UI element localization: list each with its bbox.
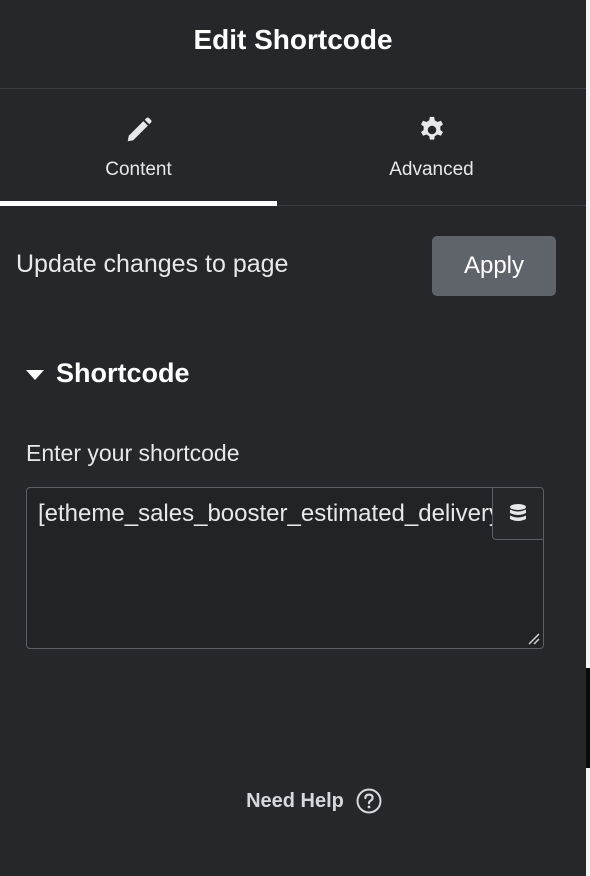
apply-button[interactable]: Apply (432, 236, 556, 296)
need-help-label: Need Help (246, 789, 344, 812)
section-toggle-shortcode[interactable]: Shortcode (26, 358, 190, 389)
shortcode-value[interactable]: [etheme_sales_booster_estimated_delivery (38, 500, 493, 528)
gear-icon (416, 114, 448, 146)
question-circle-icon (356, 788, 382, 814)
tab-content[interactable]: Content (0, 89, 277, 206)
tab-content-label: Content (105, 159, 172, 180)
need-help-link[interactable]: Need Help (0, 788, 586, 814)
shortcode-field-label: Enter your shortcode (26, 440, 240, 466)
dynamic-tags-button[interactable] (492, 488, 543, 540)
resize-handle-icon[interactable] (528, 633, 540, 645)
active-tab-indicator (0, 201, 277, 206)
pencil-icon (123, 114, 155, 146)
database-icon (510, 503, 526, 521)
panel-tabs: Content Advanced (0, 89, 586, 206)
editor-panel: Edit Shortcode Content Advanced Update c… (0, 0, 586, 876)
page-edge-dark-segment (586, 668, 590, 768)
tab-advanced[interactable]: Advanced (277, 89, 586, 205)
panel-header: Edit Shortcode (0, 0, 586, 89)
tab-advanced-label: Advanced (389, 159, 474, 180)
update-changes-text: Update changes to page (16, 250, 289, 278)
section-title: Shortcode (56, 358, 190, 388)
panel-title: Edit Shortcode (193, 24, 393, 55)
caret-down-icon (26, 369, 44, 380)
page-edge-strip (586, 0, 590, 876)
shortcode-textarea[interactable]: [etheme_sales_booster_estimated_delivery (26, 487, 544, 649)
